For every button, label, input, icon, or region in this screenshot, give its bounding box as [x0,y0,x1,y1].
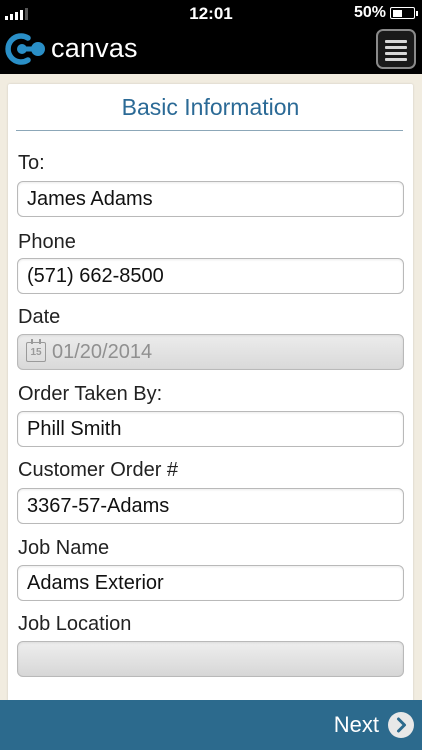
bottom-bar: Next [0,700,422,750]
customer-order-field[interactable]: 3367-57-Adams [17,488,404,524]
brand-name: canvas [51,33,138,63]
phone-field[interactable]: (571) 662-8500 [17,258,404,294]
status-bar: 12:01 50% [0,0,422,26]
battery-percent: 50% [353,4,386,21]
order-taken-by-label: Order Taken By: [18,383,163,405]
job-name-label: Job Name [18,537,110,559]
hamburger-menu-icon [385,40,407,43]
job-location-field[interactable] [17,641,404,677]
app-header: canvas [0,26,422,74]
date-label: Date [18,306,61,328]
calendar-icon: 15 [26,339,46,362]
form-card: Basic Information To: James Adams Phone … [8,84,413,724]
order-taken-by-field[interactable]: Phill Smith [17,411,404,447]
date-field[interactable]: 15 01/20/2014 [17,334,404,370]
phone-label: Phone [18,231,76,253]
job-name-field[interactable]: Adams Exterior [17,565,404,601]
to-label: To: [18,152,45,174]
date-value: 01/20/2014 [52,341,153,363]
page-title: Basic Information [121,94,300,120]
menu-button[interactable] [376,29,416,69]
next-label: Next [333,712,379,737]
to-field[interactable]: James Adams [17,181,404,217]
next-button[interactable]: Next [334,710,414,740]
job-location-label: Job Location [18,613,132,635]
chevron-right-circle-icon [388,712,414,738]
battery-level-fill [392,9,402,17]
title-divider [16,130,403,131]
canvas-logo-icon [5,33,45,65]
customer-order-label: Customer Order # [18,459,179,481]
battery-icon [390,7,418,19]
